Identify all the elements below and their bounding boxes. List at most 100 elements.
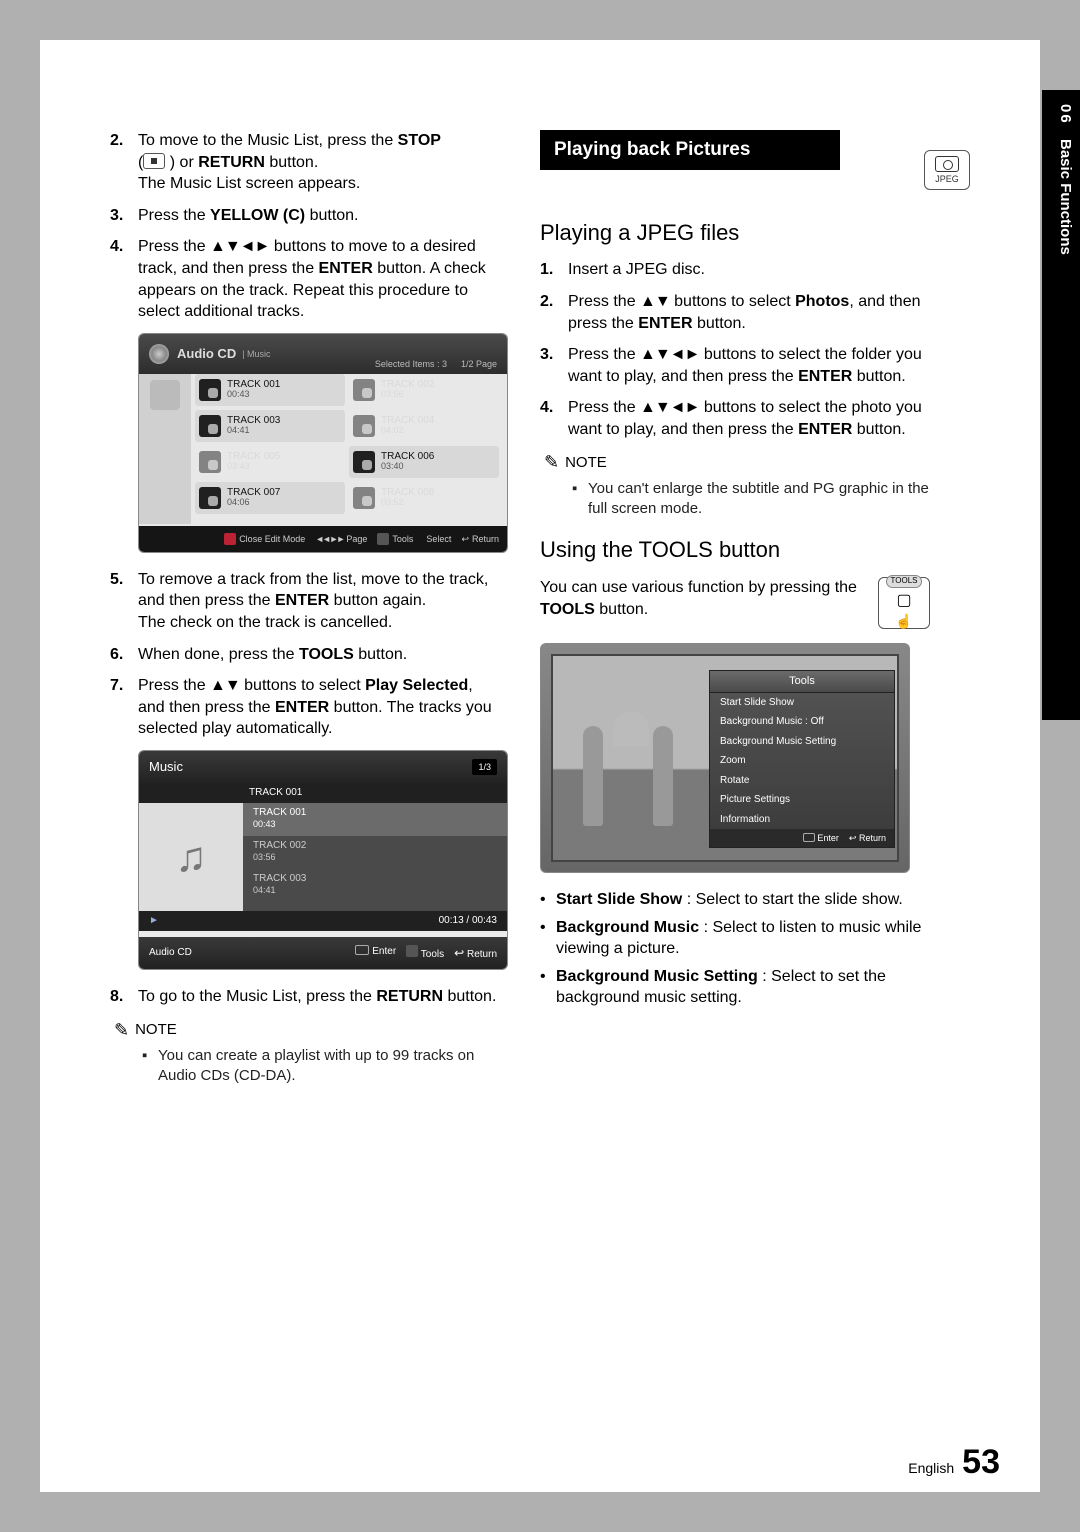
track-icon [353, 379, 375, 401]
track-cell[interactable]: TRACK 00203:56 [349, 374, 499, 406]
stop-icon [143, 153, 165, 169]
camera-icon [935, 156, 959, 172]
track-time: 00:43 [253, 819, 497, 830]
track-cell[interactable]: TRACK 00304:41 [195, 410, 345, 442]
ui1-sidebar [139, 374, 191, 524]
page-footer: English 53 [908, 1443, 1000, 1482]
tools-btn-label: TOOLS [886, 575, 923, 588]
text: button. [265, 154, 318, 171]
bullet-head: Start Slide Show [556, 891, 682, 908]
step-num: 4. [540, 397, 568, 440]
tower-shape [583, 726, 603, 826]
bullet-head: Background Music Setting [556, 968, 758, 985]
now-playing-bar: TRACK 001 [139, 783, 507, 803]
tools-menu-item[interactable]: Start Slide Show [710, 693, 894, 713]
page-indicator: 1/2 Page [461, 358, 497, 370]
select-label[interactable]: Select [426, 533, 451, 545]
arrow-icons: ▲▼ [640, 293, 670, 310]
text: You can use various function by pressing… [540, 579, 857, 596]
playlist-row[interactable]: TRACK 00304:41 [243, 869, 507, 902]
step-body: Press the ▲▼◄► buttons to select the fol… [568, 344, 930, 387]
page-label[interactable]: Page [346, 533, 367, 545]
tools-remote-button: TOOLS ▢ ☝ [878, 577, 930, 629]
source-label: Audio CD [149, 946, 192, 960]
track-name: TRACK 002 [253, 840, 497, 852]
track-icon [353, 451, 375, 473]
note-label: NOTE [135, 1020, 177, 1040]
note-icon: ✎ [544, 450, 559, 474]
step-body: Insert a JPEG disc. [568, 259, 930, 281]
heading-playing-jpeg: Playing a JPEG files [540, 218, 930, 248]
tools-label: TOOLS [540, 601, 595, 618]
enter-label: ENTER [275, 592, 329, 609]
note-item: ▪ You can't enlarge the subtitle and PG … [572, 479, 930, 520]
track-time: 03:43 [227, 462, 280, 471]
step-body: Press the ▲▼ buttons to select Play Sele… [138, 675, 500, 740]
tools-menu-item[interactable]: Picture Settings [710, 790, 894, 810]
track-icon [199, 487, 221, 509]
text: buttons to select [670, 293, 795, 310]
playlist-row[interactable]: TRACK 00100:43 [243, 803, 507, 836]
track-cell[interactable]: TRACK 00803:52 [349, 482, 499, 514]
step-num: 8. [110, 986, 138, 1008]
track-cell[interactable]: TRACK 00704:06 [195, 482, 345, 514]
hand-icon: ☝ [895, 612, 912, 631]
play-icon[interactable]: ► [149, 914, 159, 928]
tools-menu-item[interactable]: Rotate [710, 771, 894, 791]
enter-label: ENTER [319, 260, 373, 277]
track-icon [199, 415, 221, 437]
tools-menu-item[interactable]: Background Music : Off [710, 712, 894, 732]
text: buttons to select [240, 677, 365, 694]
tools-menu-item[interactable]: Zoom [710, 751, 894, 771]
enter-label[interactable]: Enter [372, 946, 396, 957]
tools-menu[interactable]: Tools Start Slide ShowBackground Music :… [709, 670, 895, 848]
step-body: To go to the Music List, press the RETUR… [138, 986, 500, 1008]
return-label[interactable]: Return [859, 833, 886, 843]
enter-label: ENTER [275, 699, 329, 716]
track-time: 03:40 [381, 462, 434, 471]
arrow-icons: ▲▼◄► [640, 346, 699, 363]
step-num: 7. [110, 675, 138, 740]
arrow-icons: ▲▼◄► [210, 238, 269, 255]
return-label[interactable]: Return [472, 533, 499, 545]
text: button. [354, 646, 407, 663]
track-cell[interactable]: TRACK 00503:43 [195, 446, 345, 478]
return-label[interactable]: Return [467, 949, 497, 960]
track-cell[interactable]: TRACK 00100:43 [195, 374, 345, 406]
tools-intro-text: You can use various function by pressing… [540, 577, 868, 620]
music-player-ui: Music 1/3 TRACK 001 ♫ TRACK 00100:43TRAC… [138, 750, 508, 970]
c-key-icon [224, 533, 236, 545]
return-icon: ↩ [849, 833, 857, 843]
tools-label[interactable]: Tools [421, 949, 444, 960]
tools-label[interactable]: Tools [392, 533, 413, 545]
note-heading: ✎ NOTE [114, 1018, 500, 1042]
stop-label: STOP [398, 132, 441, 149]
photos-label: Photos [795, 293, 849, 310]
text: button. [595, 601, 648, 618]
step-body: To move to the Music List, press the STO… [138, 130, 500, 195]
track-cell[interactable]: TRACK 00404:02 [349, 410, 499, 442]
track-time: 04:02 [381, 426, 434, 435]
text: When done, press the [138, 646, 299, 663]
text: button. [852, 421, 905, 438]
enter-label: ENTER [798, 368, 852, 385]
track-time: 03:56 [381, 390, 434, 399]
close-edit-label[interactable]: Close Edit Mode [239, 533, 305, 545]
track-cell[interactable]: TRACK 00603:40 [349, 446, 499, 478]
step-num: 1. [540, 259, 568, 281]
ui2-title: Music [149, 758, 183, 776]
enter-label[interactable]: Enter [817, 833, 839, 843]
return-icon: ↩ [454, 945, 464, 961]
text: Press the [138, 207, 210, 224]
text: The check on the track is cancelled. [138, 614, 392, 631]
arrow-icons: ▲▼ [210, 677, 240, 694]
jpeg-badge: JPEG [924, 150, 970, 190]
track-time: 04:41 [227, 426, 280, 435]
ui1-header: Audio CD | Music Selected Items : 3 1/2 … [139, 334, 507, 374]
tools-menu-item[interactable]: Background Music Setting [710, 732, 894, 752]
disc-icon [149, 344, 169, 364]
page-number: 53 [962, 1443, 1000, 1482]
audio-cd-list-ui: Audio CD | Music Selected Items : 3 1/2 … [138, 333, 508, 553]
playlist-row[interactable]: TRACK 00203:56 [243, 836, 507, 869]
tools-menu-item[interactable]: Information [710, 810, 894, 830]
